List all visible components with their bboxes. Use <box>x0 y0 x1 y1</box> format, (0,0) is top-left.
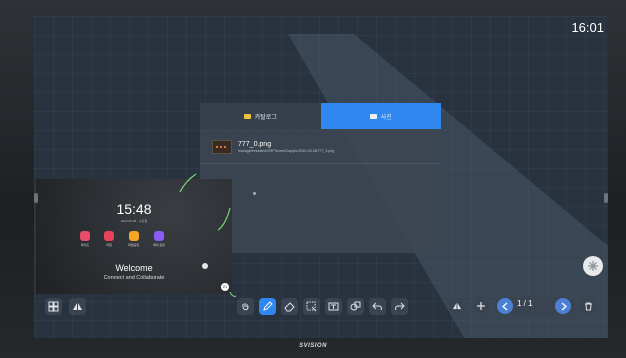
undo-button[interactable] <box>369 298 386 315</box>
shape-icon <box>350 301 361 311</box>
select-button[interactable] <box>303 298 320 315</box>
floating-menu-button[interactable] <box>583 256 603 276</box>
redo-button[interactable] <box>391 298 408 315</box>
left-side-handle[interactable] <box>34 193 38 203</box>
chevron-right-icon <box>561 302 567 310</box>
pen-button[interactable] <box>259 298 276 315</box>
redo-icon <box>395 302 405 311</box>
undo-icon <box>372 302 382 311</box>
pen-strokes <box>179 173 237 297</box>
grid-button[interactable] <box>45 298 62 315</box>
eraser-button[interactable] <box>281 298 298 315</box>
chevron-left-icon <box>501 302 507 310</box>
mirror-icon <box>73 303 82 310</box>
eraser-icon <box>284 302 295 312</box>
grid-icon <box>48 301 59 312</box>
whiteboard-screen[interactable]: 16:01 카탈로그 사진 777_0.png /storage/emulate… <box>34 16 608 338</box>
brand-logo: SVISION <box>299 343 327 349</box>
text-shape-button[interactable] <box>325 298 342 315</box>
hand-button[interactable] <box>237 298 254 315</box>
pen-icon <box>263 301 273 311</box>
right-side-handle[interactable] <box>604 193 608 203</box>
delete-page-button[interactable] <box>580 298 596 314</box>
mirror-icon <box>452 302 462 310</box>
select-icon <box>306 301 317 312</box>
next-page-button[interactable] <box>555 298 571 314</box>
hand-icon <box>242 303 249 311</box>
add-page-button[interactable] <box>473 298 489 314</box>
mirror-button[interactable] <box>69 298 86 315</box>
shape-button[interactable] <box>347 298 364 315</box>
page-indicator: 1 / 1 <box>517 299 533 308</box>
prev-page-button[interactable] <box>497 298 513 314</box>
trash-icon <box>584 302 592 310</box>
mirror-toggle-button[interactable] <box>449 298 465 314</box>
snowflake-icon <box>588 261 598 271</box>
text-shape-icon <box>328 302 339 311</box>
plus-icon <box>477 302 485 310</box>
